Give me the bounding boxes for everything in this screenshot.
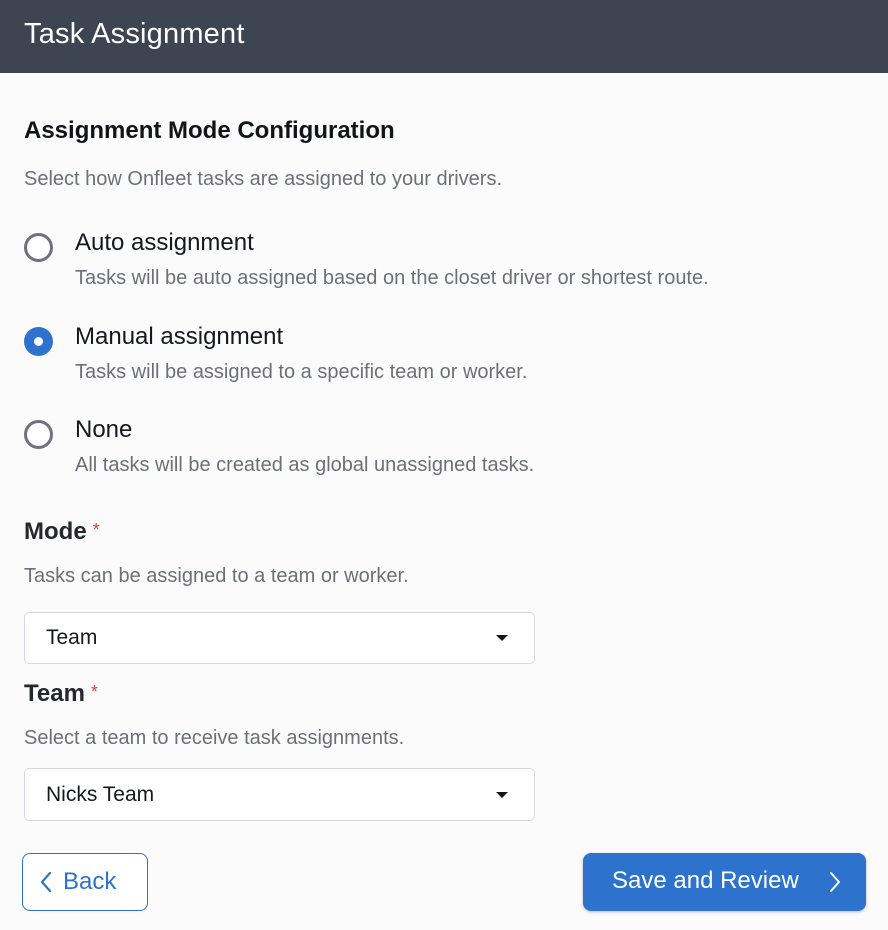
mode-field-label: Mode * [24, 518, 100, 546]
chevron-right-icon [829, 871, 841, 898]
mode-select[interactable]: Team [24, 612, 535, 664]
team-select-value: Nicks Team [46, 783, 155, 806]
caret-down-icon [496, 792, 508, 798]
radio-description-manual: Tasks will be assigned to a specific tea… [75, 361, 528, 383]
top-header-bar: Task Assignment [0, 0, 888, 73]
radio-label-none: None [75, 416, 133, 443]
mode-field-description: Tasks can be assigned to a team or worke… [24, 565, 409, 587]
radio-button-none[interactable] [24, 420, 53, 449]
radio-description-auto: Tasks will be auto assigned based on the… [75, 267, 709, 289]
section-title: Assignment Mode Configuration [24, 117, 395, 144]
team-field-label: Team * [24, 680, 98, 708]
required-marker: * [92, 520, 100, 540]
radio-option-manual-assignment[interactable]: Manual assignment Tasks will be assigned… [24, 323, 864, 393]
radio-label-manual: Manual assignment [75, 323, 284, 350]
radio-description-none: All tasks will be created as global unas… [75, 454, 535, 476]
team-label-text: Team [24, 680, 85, 707]
section-description: Select how Onfleet tasks are assigned to… [24, 168, 503, 190]
back-button-label: Back [63, 868, 117, 895]
caret-down-icon [496, 635, 508, 641]
radio-button-auto[interactable] [24, 233, 53, 262]
mode-select-value: Team [46, 626, 98, 649]
required-marker: * [90, 682, 98, 702]
page-title: Task Assignment [24, 18, 245, 50]
save-and-review-button[interactable]: Save and Review [583, 853, 866, 911]
radio-option-auto-assignment[interactable]: Auto assignment Tasks will be auto assig… [24, 229, 864, 299]
radio-button-manual[interactable] [24, 327, 53, 356]
mode-label-text: Mode [24, 518, 87, 545]
back-button[interactable]: Back [22, 853, 148, 911]
save-button-label: Save and Review [612, 867, 799, 894]
radio-label-auto: Auto assignment [75, 229, 254, 256]
radio-option-none[interactable]: None All tasks will be created as global… [24, 416, 864, 486]
chevron-left-icon [40, 870, 52, 899]
team-select[interactable]: Nicks Team [24, 768, 535, 821]
team-field-description: Select a team to receive task assignment… [24, 727, 405, 749]
